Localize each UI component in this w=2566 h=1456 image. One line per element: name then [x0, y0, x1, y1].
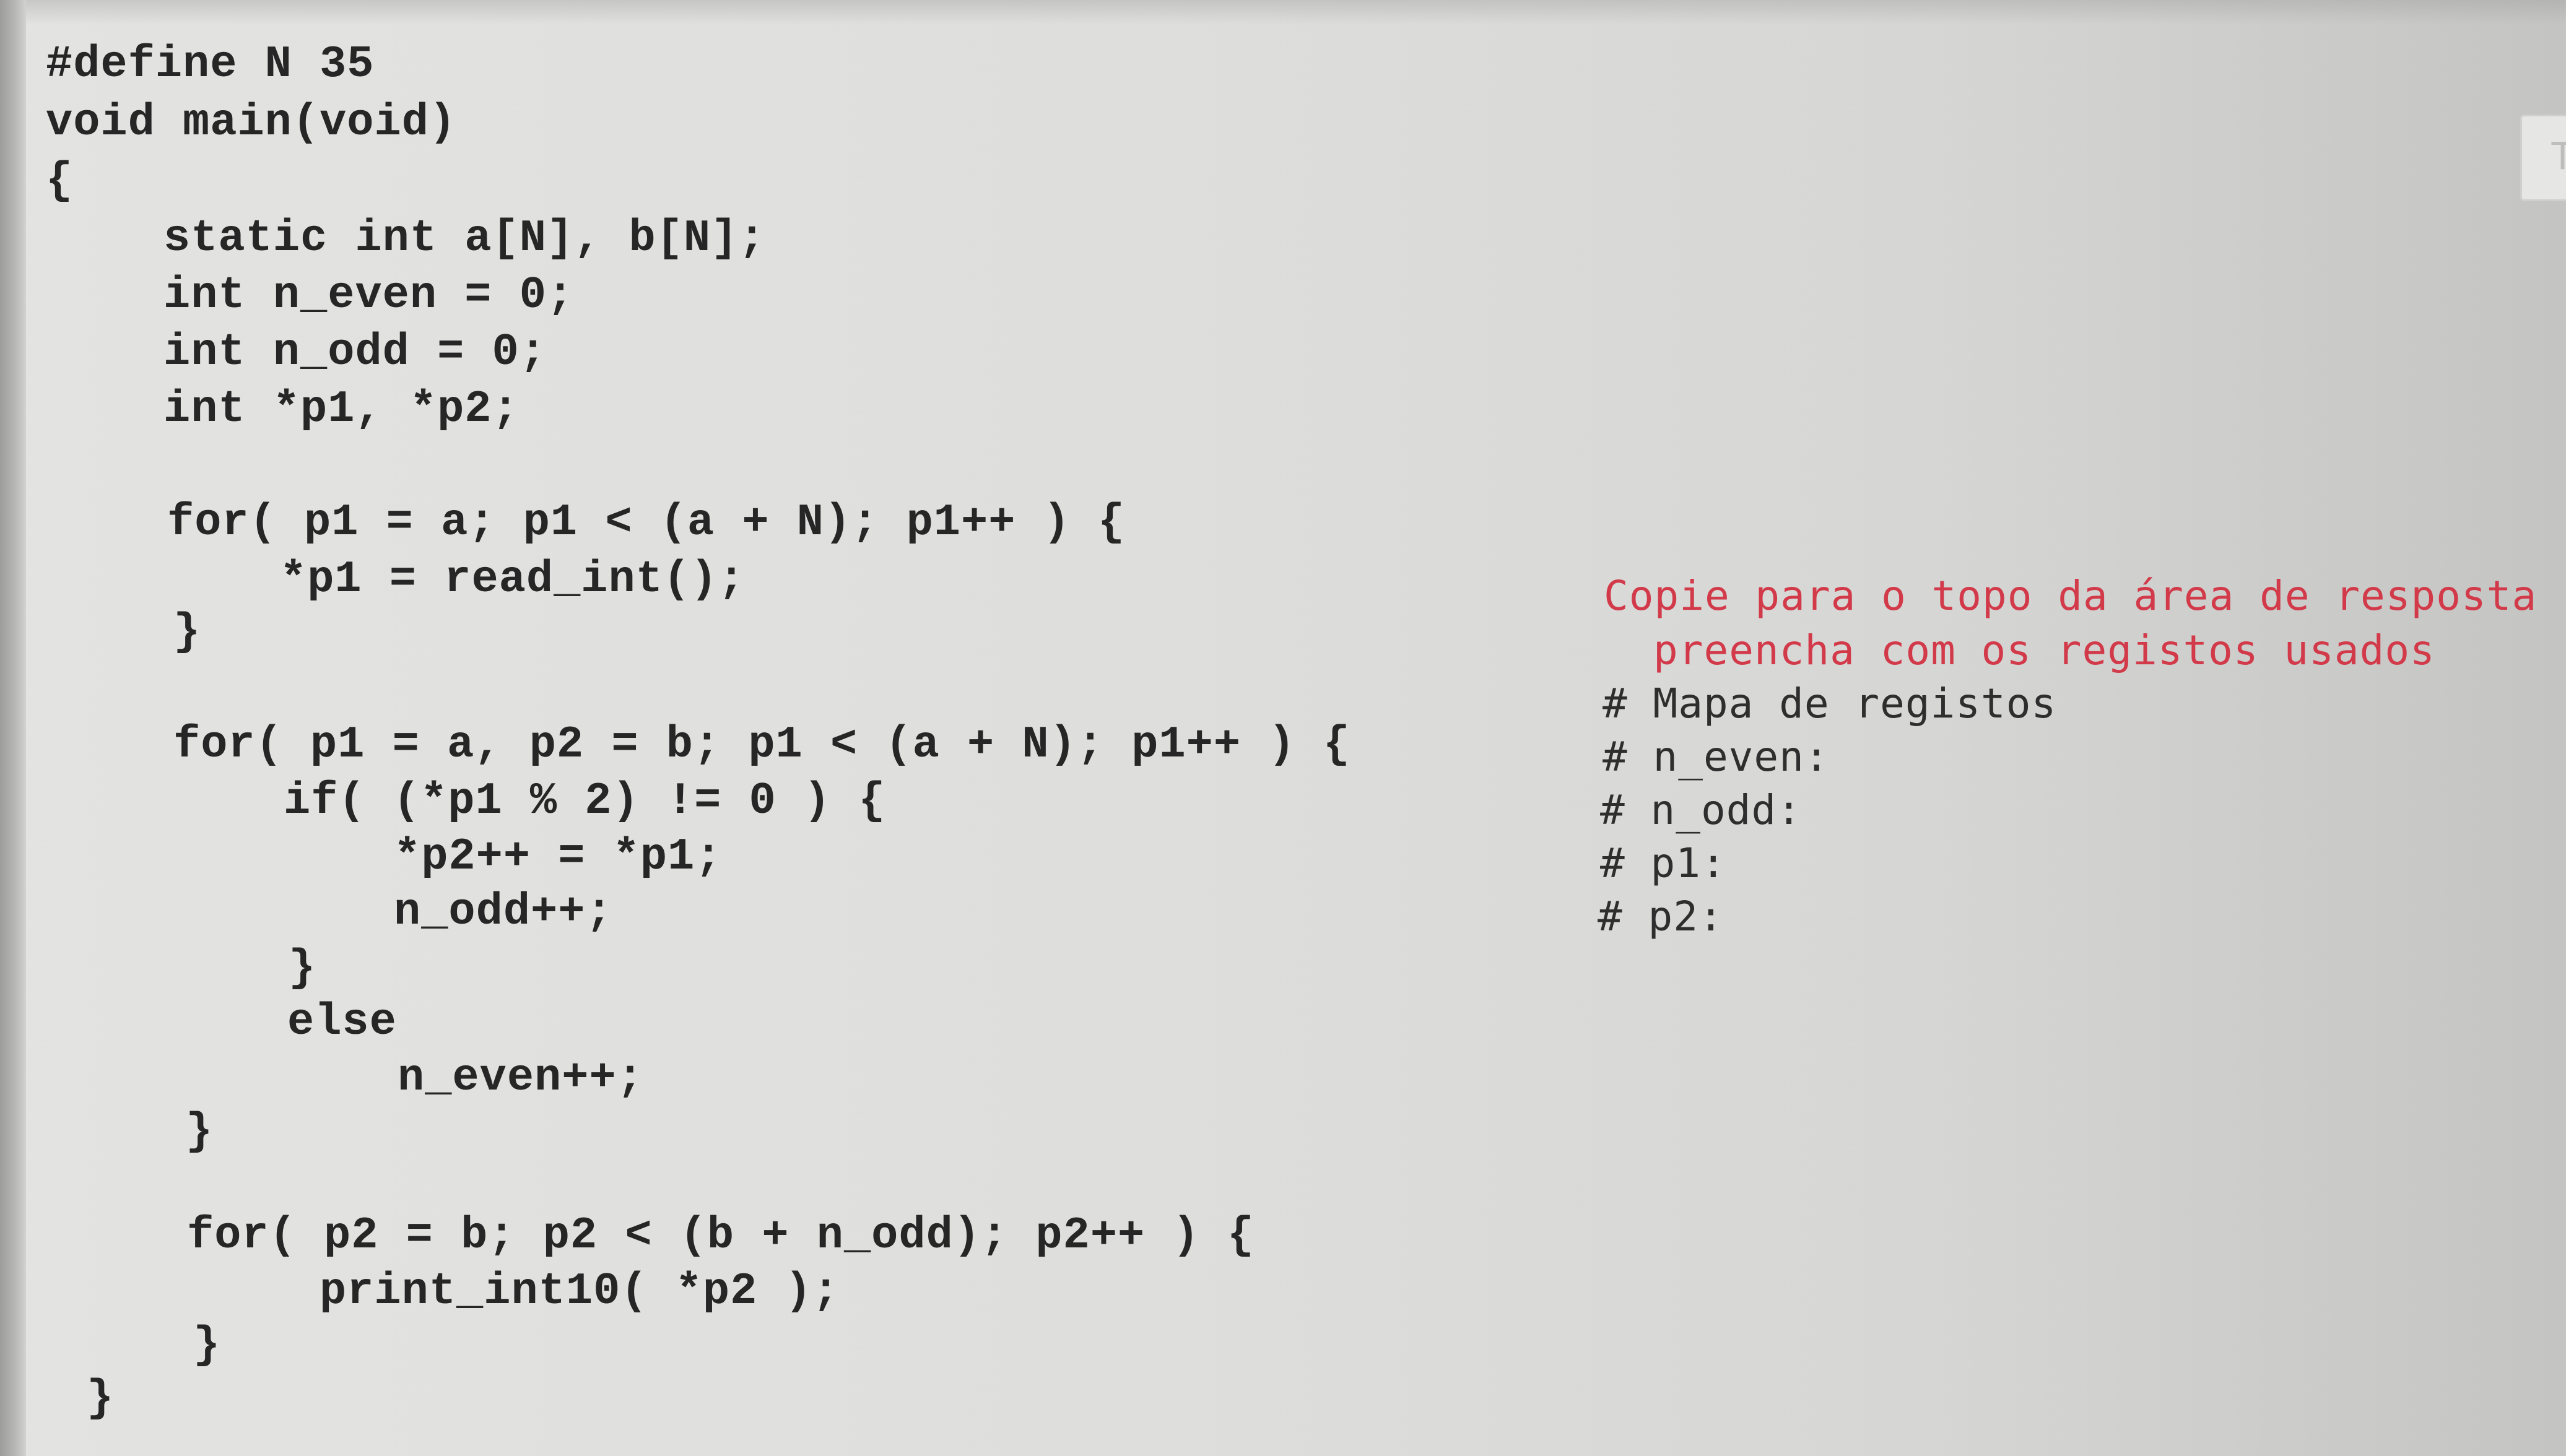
code-line: else: [287, 997, 397, 1047]
code-line: }: [173, 607, 201, 657]
register-map-comment: # n_even:: [1603, 733, 1830, 781]
code-line: for( p2 = b; p2 < (b + n_odd); p2++ ) {: [187, 1210, 1255, 1261]
screen-top-shade: [0, 0, 2566, 25]
instruction-line: preencha com os registos usados: [1653, 626, 2435, 674]
register-map-comment: # p1:: [1600, 839, 1726, 887]
code-line: for( p1 = a, p2 = b; p1 < (a + N); p1++ …: [173, 719, 1350, 770]
code-line: #define N 35: [46, 39, 375, 90]
instruction-line: Copie para o topo da área de resposta: [1604, 572, 2538, 620]
code-line: int n_odd = 0;: [163, 327, 547, 378]
register-map-comment: # Mapa de registos: [1603, 680, 2057, 727]
code-line: {: [46, 155, 74, 206]
code-line: }: [87, 1373, 115, 1424]
code-line: }: [289, 943, 316, 994]
code-line: *p1 = read_int();: [280, 554, 746, 605]
code-line: if( (*p1 % 2) != 0 ) {: [284, 776, 886, 826]
screen-left-edge: [0, 0, 26, 1456]
code-line: n_even++;: [398, 1052, 644, 1103]
register-map-comment: # n_odd:: [1600, 786, 1802, 834]
code-line: for( p1 = a; p1 < (a + N); p1++ ) {: [167, 497, 1126, 548]
code-line: int *p1, *p2;: [163, 384, 520, 435]
code-line: print_int10( *p2 );: [320, 1266, 840, 1317]
code-line: *p2++ = *p1;: [394, 831, 723, 882]
register-map-comment: # p2:: [1598, 893, 1724, 940]
code-line: }: [193, 1320, 221, 1371]
code-line: void main(void): [46, 97, 457, 148]
edge-widget-button[interactable]: T: [2520, 115, 2566, 201]
code-line: int n_even = 0;: [163, 270, 575, 321]
code-line: static int a[N], b[N];: [163, 213, 766, 264]
edge-widget-label: T: [2551, 133, 2566, 178]
code-line: n_odd++;: [394, 886, 613, 937]
code-line: }: [186, 1106, 214, 1157]
